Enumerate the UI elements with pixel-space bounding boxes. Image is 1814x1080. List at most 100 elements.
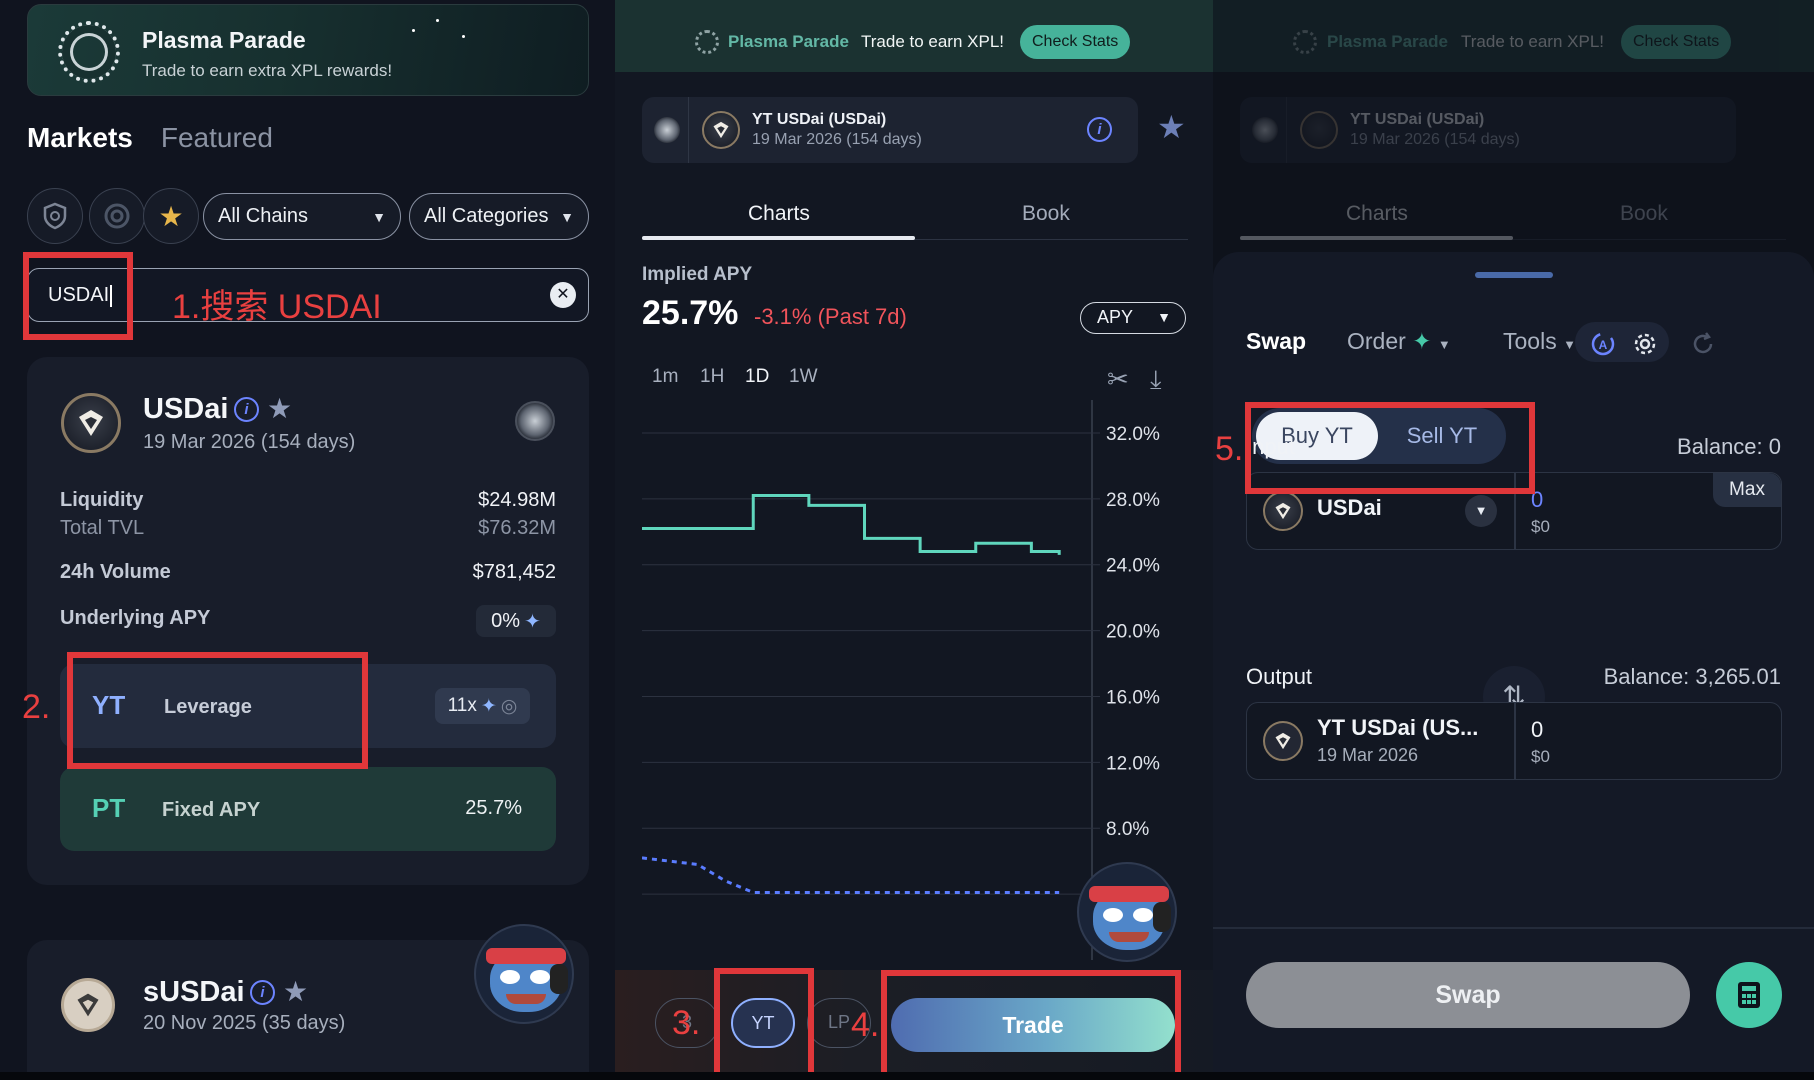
pt-fixed-apy-row[interactable]: PT Fixed APY 25.7%	[60, 767, 556, 851]
volume-label: 24h Volume	[60, 561, 171, 583]
annotation-box-5	[1245, 402, 1535, 494]
info-icon[interactable]: i	[250, 980, 275, 1005]
volume-value: $781,452	[472, 561, 556, 583]
pepe-mascot-icon[interactable]	[474, 924, 574, 1024]
swap-sheet: Swap Order ✦ ▼ Tools ▼ A Buy YT Sell YT …	[1213, 252, 1814, 1080]
pt-label: Fixed APY	[162, 799, 261, 821]
annotation-5: 5.	[1215, 430, 1244, 468]
star-icon[interactable]: ★	[283, 975, 308, 1008]
shield-icon	[43, 202, 67, 230]
auto-route-icon[interactable]: A	[1583, 324, 1623, 364]
annotation-box-4	[881, 970, 1181, 1080]
output-label: Output	[1246, 664, 1313, 689]
market-card-usdai[interactable]: USDai i ★ 19 Mar 2026 (154 days) Liquidi…	[27, 357, 589, 885]
star-dot	[436, 19, 439, 22]
y-tick-label: 32.0%	[1106, 424, 1160, 445]
pepe-mascot-icon[interactable]	[1077, 862, 1177, 962]
download-icon[interactable]: ⤓	[1150, 364, 1162, 396]
chain-icon	[654, 117, 680, 143]
underlying-apy-series	[642, 856, 1060, 894]
calculator-icon	[1738, 982, 1760, 1008]
y-tick-label: 28.0%	[1106, 490, 1160, 511]
market-header[interactable]: YT USDai (USDai) 19 Mar 2026 (154 days)	[1240, 97, 1736, 163]
tab-markets[interactable]: Markets	[27, 122, 133, 154]
pendle-icon	[104, 203, 130, 229]
annotation-2: 2.	[22, 688, 51, 726]
chain-select[interactable]: All Chains ▼	[203, 193, 401, 240]
output-balance: Balance: 3,265.01	[1603, 664, 1781, 689]
shield-filter-button[interactable]	[27, 188, 83, 244]
tab-book[interactable]: Book	[1620, 202, 1668, 226]
favorites-filter-button[interactable]: ★	[143, 188, 199, 244]
info-icon[interactable]: i	[234, 397, 259, 422]
gear-icon[interactable]	[1625, 324, 1665, 364]
chevron-down-icon: ▼	[1563, 337, 1576, 352]
check-stats-button[interactable]: Check Stats	[1621, 25, 1732, 59]
implied-apy-change: -3.1% (Past 7d)	[754, 304, 907, 329]
sheet-handle[interactable]	[1475, 272, 1553, 278]
check-stats-button[interactable]: Check Stats	[1020, 25, 1131, 59]
tab-book[interactable]: Book	[1022, 202, 1070, 226]
usdai-logo-icon	[61, 393, 121, 453]
timeframe-1d[interactable]: 1D	[745, 366, 769, 388]
svg-text:A: A	[1599, 338, 1608, 352]
divider	[1213, 927, 1814, 929]
close-icon[interactable]: ✕	[550, 282, 576, 308]
chain-icon	[1252, 117, 1278, 143]
timeframe-1h[interactable]: 1H	[700, 366, 724, 388]
timeframe-1w[interactable]: 1W	[789, 366, 818, 388]
pendle-filter-button[interactable]	[89, 188, 145, 244]
y-tick-label: 20.0%	[1106, 622, 1160, 643]
promo-name: Plasma Parade	[728, 32, 849, 51]
max-button[interactable]: Max	[1713, 473, 1781, 507]
star-icon[interactable]: ★	[267, 392, 292, 425]
market-detail-panel: Plasma Parade Trade to earn XPL! Check S…	[615, 0, 1213, 1080]
tvl-value: $76.32M	[478, 517, 556, 539]
input-token[interactable]: USDai	[1317, 495, 1382, 521]
tab-tools[interactable]: Tools ▼	[1503, 328, 1576, 355]
liquidity-label: Liquidity	[60, 489, 144, 511]
underlying-apy-badge: 0% ✦	[476, 605, 556, 637]
usdai-logo-icon	[702, 111, 740, 149]
tab-featured[interactable]: Featured	[161, 122, 273, 154]
metric-select[interactable]: APY ▼	[1080, 302, 1186, 334]
output-amount: 0	[1531, 717, 1544, 742]
chart-tabs: Charts Book	[642, 190, 1188, 240]
tab-order[interactable]: Order ✦ ▼	[1347, 328, 1451, 355]
refresh-icon[interactable]	[1683, 324, 1723, 364]
chevron-down-icon: ▼	[1157, 309, 1171, 325]
star-icon[interactable]: ★	[1157, 108, 1186, 146]
promo-text: Trade to earn XPL!	[1461, 32, 1605, 51]
chart-tabs: Charts Book	[1240, 190, 1786, 240]
timeframe-1m[interactable]: 1m	[652, 366, 678, 388]
usdai-logo-icon	[1300, 111, 1338, 149]
y-tick-label: 12.0%	[1106, 753, 1160, 774]
chevron-down-icon[interactable]: ▼	[1465, 495, 1497, 527]
star-dot	[462, 35, 465, 38]
output-usd: $0	[1531, 747, 1550, 766]
plasma-parade-banner[interactable]: Plasma Parade Trade to earn extra XPL re…	[27, 4, 589, 96]
annotation-box-2	[67, 652, 368, 769]
info-icon[interactable]: i	[1087, 117, 1112, 142]
y-tick-label: 8.0%	[1106, 819, 1149, 840]
implied-apy-series	[642, 494, 1061, 555]
market-title: YT USDai (USDai)	[1350, 111, 1485, 128]
y-tick-label: 16.0%	[1106, 687, 1160, 708]
market-name: sUSDai	[143, 976, 245, 1008]
star-icon: ★	[158, 200, 184, 232]
tab-swap[interactable]: Swap	[1246, 328, 1306, 355]
market-header[interactable]: YT USDai (USDai) 19 Mar 2026 (154 days) …	[642, 97, 1138, 163]
category-select[interactable]: All Categories ▼	[409, 193, 589, 240]
swap-button[interactable]: Swap	[1246, 962, 1690, 1028]
tools-icon[interactable]: ✂	[1107, 364, 1129, 395]
market-title: YT USDai (USDai)	[752, 111, 887, 128]
tab-charts[interactable]: Charts	[748, 202, 810, 226]
promo-topbar: Plasma Parade Trade to earn XPL! Check S…	[615, 0, 1213, 72]
input-usd: $0	[1531, 517, 1550, 536]
tab-charts[interactable]: Charts	[1346, 202, 1408, 226]
chain-select-label: All Chains	[218, 205, 309, 227]
calculator-button[interactable]	[1716, 962, 1782, 1028]
underlying-apy-label: Underlying APY	[60, 607, 211, 629]
bottom-strip	[0, 1072, 1814, 1080]
annotation-box-1	[23, 252, 133, 340]
